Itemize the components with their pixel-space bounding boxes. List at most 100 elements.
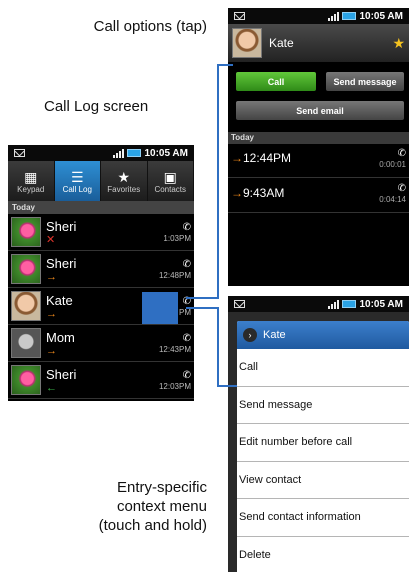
tab-label: Favorites [107,184,141,194]
outgoing-call-icon: → [46,270,57,283]
call-time: 12:03PM [158,381,191,391]
message-icon [14,149,25,157]
caption-context-line2: context menu [116,498,207,515]
tab-label: Contacts [154,184,187,194]
connector-to-call-options [217,64,219,299]
section-header-today: Today [8,201,194,214]
battery-icon [342,12,357,20]
phone-icon: ✆ [397,148,406,159]
signal-icon [328,11,340,21]
outgoing-call-icon: → [46,344,57,357]
call-duration: 0:00:01 [379,160,406,169]
phone-icon: ✆ [397,183,406,194]
connector-to-context-menu [217,385,237,387]
highlight-marker [142,292,178,324]
call-time: 9:43AM [243,186,285,200]
tab-favorites[interactable]: ★ Favorites [101,161,148,201]
phone-icon: ✆ [182,221,191,233]
contact-name: Sheri [46,366,77,382]
call-log-icon: ☰ [70,168,84,185]
message-icon [234,12,245,20]
contact-header: Kate ★ [228,24,409,62]
caption-context-menu: Entry-specific context menu (touch and h… [99,478,207,535]
tab-label: Keypad [17,184,45,194]
status-bar: 10:05 AM [228,296,409,312]
battery-icon [342,300,357,308]
status-bar: 10:05 AM [228,8,409,24]
connector-to-context-menu [217,307,219,387]
contact-photo [11,365,41,395]
call-log-row[interactable]: Sheri ← ✆ 12:03PM [8,362,194,399]
caption-call-options: Call options (tap) [93,18,207,35]
contact-name: Mom [46,329,75,345]
send-message-button[interactable]: Send message [326,72,404,91]
call-log-screen: 10:05 AM ▦ Keypad ☰ Call Log ★ Favorites… [8,145,194,401]
missed-call-icon: ✕ [46,233,56,246]
outgoing-call-icon: → [46,307,57,320]
contact-name: Kate [269,36,294,50]
menu-item-delete[interactable]: Delete [237,537,409,573]
call-time: 1:03PM [163,233,191,243]
keypad-icon: ▦ [24,168,38,185]
phone-icon: ✆ [182,332,191,344]
context-menu: › Kate Call Send message Edit number bef… [237,321,409,572]
connector-to-call-options [217,64,233,66]
tab-label: Call Log [62,184,92,194]
signal-icon [113,148,125,158]
context-menu-screen: 10:05 AM › Kate Call Send message Edit n… [228,296,409,572]
tab-bar: ▦ Keypad ☰ Call Log ★ Favorites ▣ Contac… [8,161,194,201]
signal-icon [328,299,340,309]
contact-photo [11,217,41,247]
section-header-today: Today [228,132,409,144]
contacts-icon: ▣ [163,168,177,185]
contact-name: Sheri [46,255,77,271]
call-time: 12:44PM [243,151,292,165]
contact-photo [11,328,41,358]
incoming-call-icon: ← [46,381,57,394]
contact-photo [232,28,262,58]
message-icon [234,300,245,308]
call-history-row[interactable]: →12:44PM ✆ 0:00:01 [228,144,409,178]
tab-keypad[interactable]: ▦ Keypad [8,161,55,201]
battery-icon [127,149,142,157]
caption-context-line3: (touch and hold) [98,517,207,534]
connector-to-context-menu [186,307,219,309]
tab-call-log[interactable]: ☰ Call Log [54,161,101,201]
contact-photo [11,254,41,284]
call-log-row[interactable]: Mom → ✆ 12:43PM [8,325,194,362]
star-icon: ★ [117,168,131,185]
menu-item-call[interactable]: Call [237,349,409,387]
call-options-screen: 10:05 AM Kate ★ Call Send message Send e… [228,8,409,286]
send-email-button[interactable]: Send email [236,101,404,120]
caption-context-line1: Entry-specific [116,479,207,496]
menu-item-send-message[interactable]: Send message [237,387,409,424]
call-history-row[interactable]: →9:43AM ✆ 0:04:14 [228,179,409,213]
menu-item-edit-number[interactable]: Edit number before call [237,424,409,462]
menu-item-view-contact[interactable]: View contact [237,462,409,499]
outgoing-call-icon: → [231,151,243,165]
contact-name: Kate [46,292,73,308]
contact-name: Sheri [46,218,77,234]
favorite-star-icon[interactable]: ★ [392,35,405,52]
tab-contacts[interactable]: ▣ Contacts [148,161,194,201]
context-menu-title-text: Kate [263,329,286,341]
status-time: 10:05 AM [359,10,403,22]
outgoing-call-icon: → [231,186,243,200]
call-time: 12:43PM [158,344,191,354]
contact-photo [11,291,41,321]
context-menu-title: › Kate [237,321,409,349]
caption-call-log: Call Log screen [44,98,149,115]
call-duration: 0:04:14 [379,195,406,204]
status-bar: 10:05 AM [8,145,194,161]
call-button[interactable]: Call [236,72,316,91]
chevron-right-icon: › [243,328,257,342]
connector-to-call-options [186,297,219,299]
menu-item-send-contact-info[interactable]: Send contact information [237,499,409,537]
call-log-row[interactable]: Sheri ✕ ✆ 1:03PM [8,214,194,251]
status-time: 10:05 AM [144,147,188,159]
call-log-row[interactable]: Sheri → ✆ 12:48PM [8,251,194,288]
phone-icon: ✆ [182,369,191,381]
phone-icon: ✆ [182,258,191,270]
status-time: 10:05 AM [359,298,403,310]
call-time: 12:48PM [158,270,191,280]
